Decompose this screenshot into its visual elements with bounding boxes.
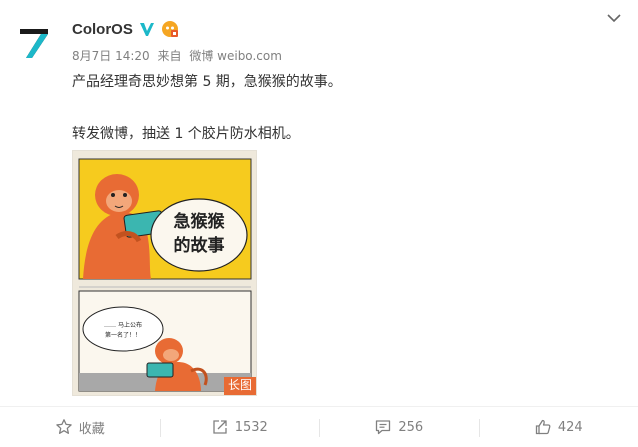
comment-icon	[376, 420, 391, 435]
thumbs-up-icon	[535, 419, 551, 435]
coloros-logo-icon	[15, 22, 55, 62]
author-name[interactable]: ColorOS	[72, 21, 133, 38]
repost-count: 1532	[234, 419, 268, 435]
panel1-caption-line-2: 的故事	[174, 235, 225, 256]
post-text-line-1: 产品经理奇思妙想第 5 期，急猴猴的故事。	[72, 74, 342, 90]
member-level-icon[interactable]	[161, 20, 179, 38]
long-image-badge: 长图	[223, 377, 256, 395]
action-bar: 收藏 1532 256 424	[0, 407, 638, 447]
favorite-button[interactable]: 收藏	[0, 407, 160, 447]
comic-illustration: 急猴猴 的故事 …… 马上公布 第一名了！！	[78, 158, 252, 392]
post-text-line-2: 转发微博，抽送 1 个胶片防水相机。	[72, 126, 300, 142]
chevron-down-icon[interactable]	[606, 12, 622, 24]
weibo-post-card: ColorOS 8月7日 14:20 来自 微博 weibo.com 产品经理奇…	[0, 0, 638, 447]
panel1-caption-line-1: 急猴猴	[174, 211, 226, 232]
repost-button[interactable]: 1532	[159, 407, 320, 447]
panel2-bubble-line-1: …… 马上公布	[104, 321, 142, 329]
comment-count: 256	[398, 419, 424, 435]
star-icon	[55, 419, 72, 434]
like-count: 424	[557, 419, 583, 435]
post-source-prefix: 来自	[157, 49, 182, 63]
comment-button[interactable]: 256	[319, 407, 479, 447]
post-image[interactable]: 急猴猴 的故事 …… 马上公布 第一名了！！ 长图	[72, 150, 257, 396]
author-row: ColorOS	[72, 18, 179, 40]
favorite-label: 收藏	[78, 421, 105, 437]
verified-v-icon	[139, 23, 154, 36]
post-source[interactable]: 微博 weibo.com	[189, 49, 282, 63]
post-date[interactable]: 8月7日 14:20	[72, 49, 150, 63]
panel2-bubble-line-2: 第一名了！！	[105, 331, 141, 339]
repost-icon	[213, 420, 227, 434]
post-meta: 8月7日 14:20 来自 微博 weibo.com	[72, 47, 286, 64]
author-avatar[interactable]	[15, 22, 55, 62]
like-button[interactable]: 424	[478, 407, 638, 447]
